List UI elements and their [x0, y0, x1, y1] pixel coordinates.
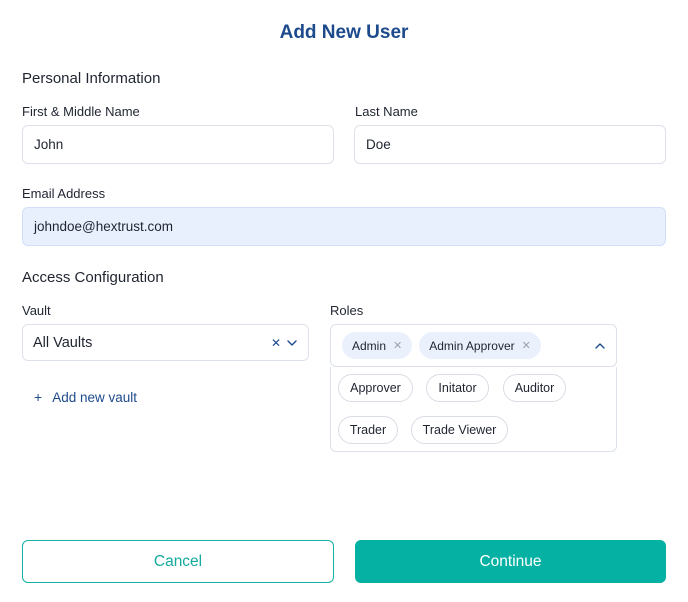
role-chip-admin-approver: Admin Approver ✕	[419, 332, 541, 359]
first-name-label: First & Middle Name	[22, 104, 140, 119]
vault-label: Vault	[22, 303, 51, 318]
section-title-personal: Personal Information	[22, 70, 161, 87]
email-field[interactable]: johndoe@hextrust.com	[22, 207, 666, 246]
last-name-value: Doe	[366, 137, 391, 152]
roles-select[interactable]: Admin ✕ Admin Approver ✕	[330, 324, 617, 367]
role-chip-admin: Admin ✕	[342, 332, 413, 359]
email-value: johndoe@hextrust.com	[34, 219, 174, 234]
dialog-title: Add New User	[279, 22, 409, 43]
first-name-field[interactable]: John	[22, 125, 334, 164]
section-title-access: Access Configuration	[22, 269, 164, 286]
cancel-button[interactable]: Cancel	[22, 540, 334, 583]
add-vault-label: Add new vault	[52, 389, 137, 405]
remove-chip-icon[interactable]: ✕	[522, 339, 531, 352]
last-name-label: Last Name	[355, 104, 418, 119]
chevron-down-icon[interactable]	[286, 337, 298, 349]
email-label: Email Address	[22, 186, 106, 201]
roles-label: Roles	[330, 303, 364, 318]
plus-icon: +	[34, 389, 43, 405]
roles-dropdown: Approver Initator Auditor Trader Trade V…	[330, 367, 617, 452]
first-name-value: John	[34, 137, 64, 152]
vault-select[interactable]: All Vaults ✕	[22, 324, 309, 361]
role-option-auditor[interactable]: Auditor	[503, 374, 566, 402]
chevron-up-icon[interactable]	[594, 340, 606, 352]
role-chip-label: Admin	[352, 338, 387, 353]
role-option-approver[interactable]: Approver	[338, 374, 413, 402]
add-vault-button[interactable]: + Add new vault	[34, 389, 137, 405]
role-option-trader[interactable]: Trader	[338, 416, 398, 444]
remove-chip-icon[interactable]: ✕	[393, 339, 402, 352]
clear-icon[interactable]: ✕	[271, 337, 281, 349]
continue-button[interactable]: Continue	[355, 540, 666, 583]
vault-value: All Vaults	[33, 334, 93, 351]
role-chip-label: Admin Approver	[429, 338, 515, 353]
last-name-field[interactable]: Doe	[354, 125, 666, 164]
role-option-initator[interactable]: Initator	[426, 374, 489, 402]
role-option-trade-viewer[interactable]: Trade Viewer	[411, 416, 508, 444]
